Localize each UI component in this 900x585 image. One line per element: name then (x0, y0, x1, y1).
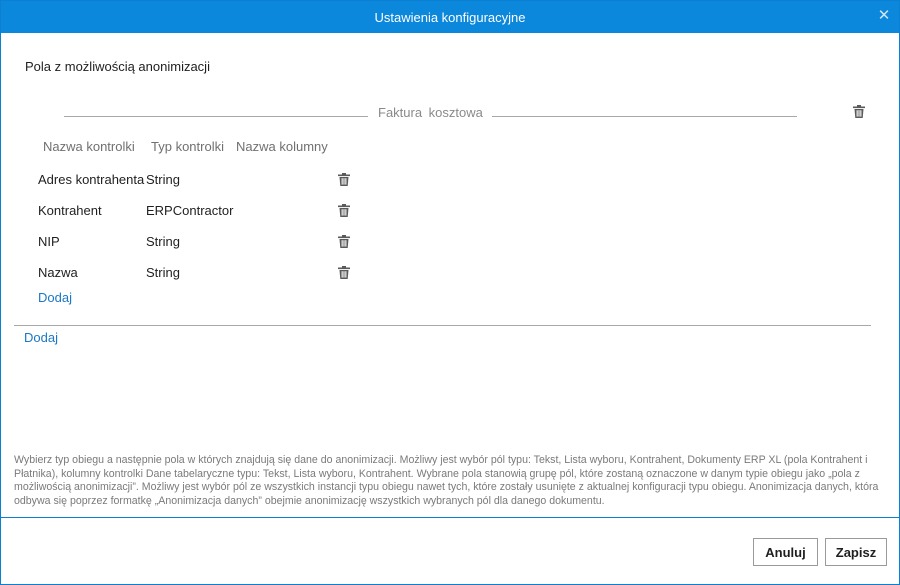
row-control-name: NIP (38, 234, 60, 249)
delete-row-icon[interactable] (338, 266, 350, 279)
delete-row-icon[interactable] (338, 235, 350, 248)
cancel-button[interactable]: Anuluj (753, 538, 818, 566)
row-control-name: Kontrahent (38, 203, 102, 218)
delete-group-icon[interactable] (853, 105, 865, 118)
row-control-name: Nazwa (38, 265, 78, 280)
column-header-column-name: Nazwa kolumny (236, 139, 328, 154)
add-field-link[interactable]: Dodaj (38, 290, 72, 305)
column-header-control-name: Nazwa kontrolki (43, 139, 135, 154)
group-title: Faktura kosztowa (378, 105, 483, 120)
row-control-type: String (146, 234, 180, 249)
title-bar: Ustawienia konfiguracyjne ✕ (1, 1, 899, 33)
row-control-type: String (146, 172, 180, 187)
add-group-link[interactable]: Dodaj (24, 330, 58, 345)
row-control-name: Adres kontrahenta (38, 172, 145, 187)
close-icon[interactable]: ✕ (877, 8, 891, 23)
row-control-type: String (146, 265, 180, 280)
help-text: Wybierz typ obiegu a następnie pola w kt… (14, 454, 879, 507)
group-divider-left (64, 116, 368, 117)
group-divider-right (492, 116, 797, 117)
section-title: Pola z możliwością anonimizacji (25, 59, 210, 74)
row-control-type: ERPContractor (146, 203, 234, 218)
save-button[interactable]: Zapisz (825, 538, 887, 566)
column-header-control-type: Typ kontrolki (151, 139, 224, 154)
footer-divider (1, 517, 899, 518)
dialog-title: Ustawienia konfiguracyjne (374, 9, 526, 25)
delete-row-icon[interactable] (338, 173, 350, 186)
section-divider (14, 325, 871, 326)
config-dialog: Ustawienia konfiguracyjne ✕ Pola z możli… (0, 0, 900, 585)
delete-row-icon[interactable] (338, 204, 350, 217)
